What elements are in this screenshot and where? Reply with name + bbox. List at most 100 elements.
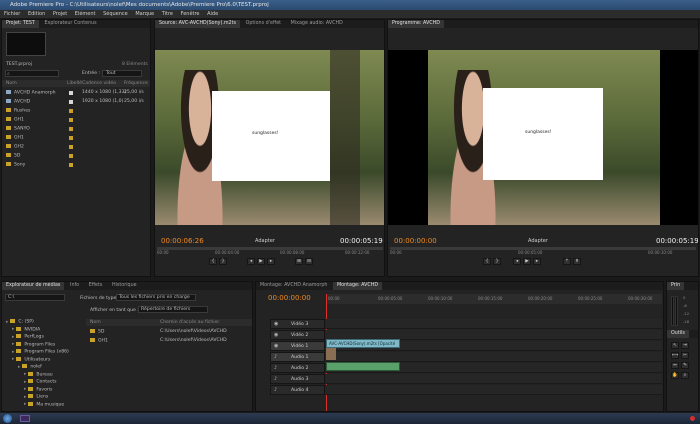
ripple-edit-tool-icon[interactable]: ⟷ <box>671 352 679 359</box>
track-lane[interactable] <box>326 319 662 329</box>
tree-item[interactable]: ▸ Liens <box>24 394 48 400</box>
speaker-icon[interactable]: ♪ <box>274 354 277 360</box>
program-timecode[interactable]: 00:00:00:00 <box>394 237 437 245</box>
project-item[interactable]: Sony <box>6 162 148 168</box>
menu-element[interactable]: Elément <box>75 11 96 17</box>
expand-arrow-icon[interactable]: ▸ <box>24 387 26 392</box>
tree-item[interactable]: ▸ Contacts <box>24 379 57 385</box>
mark-in-button[interactable]: { <box>483 258 491 265</box>
project-item[interactable]: 5D <box>6 153 148 159</box>
project-item[interactable]: GH1 <box>6 117 148 123</box>
col-label[interactable]: Libellé <box>67 81 82 86</box>
track-header[interactable]: ♪ Audio 1 <box>270 352 325 362</box>
col-framerate[interactable]: Cadence vidéo <box>82 81 116 86</box>
expand-arrow-icon[interactable]: ▸ <box>24 380 26 385</box>
tray-alert-icon[interactable] <box>690 416 695 421</box>
tree-item[interactable]: ▸ NVIDIA <box>12 326 40 332</box>
mark-out-button[interactable]: } <box>493 258 501 265</box>
menu-aide[interactable]: Aide <box>207 11 218 17</box>
mark-in-button[interactable]: { <box>209 258 217 265</box>
tab-audio-master[interactable]: Prin <box>667 282 685 290</box>
col-name[interactable]: Nom <box>6 81 17 86</box>
expand-arrow-icon[interactable]: ▸ <box>12 342 14 347</box>
tree-item[interactable]: ▸ Bureau <box>24 371 53 377</box>
tree-item[interactable]: ▸ nolef <box>18 364 42 370</box>
menu-fenetre[interactable]: Fenêtre <box>181 11 200 17</box>
zoom-tool-icon[interactable]: ⌕ <box>681 372 689 379</box>
file-row[interactable]: 5D C:\Users\nolef\Videos\AVCHD <box>90 329 250 335</box>
tab-info[interactable]: Info <box>66 282 83 290</box>
tree-item[interactable]: ▸ Utilisateurs <box>12 356 50 362</box>
expand-arrow-icon[interactable]: ▸ <box>6 320 8 325</box>
hand-tool-icon[interactable]: ✋ <box>671 372 679 379</box>
track-header[interactable]: ♪ Audio 4 <box>270 385 325 395</box>
play-button[interactable]: ▶ <box>523 258 531 265</box>
speaker-icon[interactable]: ♪ <box>274 365 277 371</box>
timeline-timecode[interactable]: 00:00:00:00 <box>268 294 311 302</box>
tree-item[interactable]: ▸ Program Files (x86) <box>12 349 69 355</box>
insert-button[interactable]: ⊞ <box>295 258 303 265</box>
expand-arrow-icon[interactable]: ▸ <box>24 402 26 407</box>
track-header[interactable]: ◉ Vidéo 1 <box>270 341 325 351</box>
tab-tools[interactable]: Outils <box>667 330 689 338</box>
drive-dropdown[interactable]: C:\ <box>5 294 65 301</box>
program-video-frame[interactable]: sunglasses! <box>388 50 698 225</box>
menu-projet[interactable]: Projet <box>53 11 67 17</box>
files-col-name[interactable]: Nom <box>90 320 101 325</box>
program-fit-dropdown[interactable]: Adapter <box>528 238 548 244</box>
tab-effect-options[interactable]: Options d'effet <box>242 20 286 28</box>
expand-arrow-icon[interactable]: ▸ <box>24 372 26 377</box>
selection-tool-icon[interactable]: ↖ <box>671 342 679 349</box>
expand-arrow-icon[interactable]: ▸ <box>12 357 14 362</box>
track-header[interactable]: ◉ Vidéo 2 <box>270 330 325 340</box>
tree-item[interactable]: ▸ PerfLogs <box>12 334 44 340</box>
track-header[interactable]: ◉ Vidéo 3 <box>270 319 325 329</box>
lift-button[interactable]: ⇡ <box>563 258 571 265</box>
mark-out-button[interactable]: } <box>219 258 227 265</box>
start-button[interactable] <box>3 414 12 423</box>
video-clip[interactable]: AVC-AVCHD(Sony).m2ts [Opacité <box>326 339 400 348</box>
project-item[interactable]: Rushes <box>6 108 148 114</box>
slip-tool-icon[interactable]: ↔ <box>671 362 679 369</box>
step-back-button[interactable]: ◂ <box>247 258 255 265</box>
expand-arrow-icon[interactable]: ▸ <box>18 365 20 370</box>
tab-sequence-avchd[interactable]: Montage: AVCHD <box>333 282 383 290</box>
step-forward-button[interactable]: ▸ <box>533 258 541 265</box>
play-button[interactable]: ▶ <box>257 258 265 265</box>
project-item[interactable]: AVCHD 1920 x 1080 (1,0) 25,00 i/s <box>6 99 148 105</box>
file-types-dropdown[interactable]: Tous les fichiers pris en charge <box>116 294 196 301</box>
source-fit-dropdown[interactable]: Adapter <box>255 238 275 244</box>
extract-button[interactable]: ⇞ <box>573 258 581 265</box>
menu-edition[interactable]: Edition <box>28 11 45 17</box>
razor-tool-icon[interactable]: ✂ <box>681 352 689 359</box>
source-timecode[interactable]: 00:00:06:26 <box>161 237 204 245</box>
menu-titre[interactable]: Titre <box>162 11 173 17</box>
entries-dropdown[interactable]: Tout <box>102 70 142 77</box>
tab-content-explorer[interactable]: Explorateur Contenus <box>40 20 100 28</box>
tab-source[interactable]: Source: AVC-AVCHD(Sony).m2ts <box>155 20 240 28</box>
files-col-path[interactable]: Chemin d'accès au fichier <box>160 320 219 325</box>
file-row[interactable]: GH1 C:\Users\nolef\Videos\AVCHD <box>90 338 250 344</box>
overwrite-button[interactable]: ⊟ <box>305 258 313 265</box>
tree-item[interactable]: ▸ Favoris <box>24 386 52 392</box>
track-header[interactable]: ♪ Audio 3 <box>270 374 325 384</box>
track-header[interactable]: ♪ Audio 2 <box>270 363 325 373</box>
audio-clip[interactable] <box>326 362 400 371</box>
track-select-tool-icon[interactable]: ⇥ <box>681 342 689 349</box>
menu-marque[interactable]: Marque <box>135 11 154 17</box>
expand-arrow-icon[interactable]: ▸ <box>12 350 14 355</box>
taskbar-premiere-icon[interactable] <box>20 415 30 422</box>
pen-tool-icon[interactable]: ✎ <box>681 362 689 369</box>
track-lane[interactable] <box>326 374 662 384</box>
tree-item[interactable]: ▸ Program Files <box>12 341 55 347</box>
tree-item[interactable]: ▸ Ma musique <box>24 401 64 407</box>
speaker-icon[interactable]: ♪ <box>274 376 277 382</box>
expand-arrow-icon[interactable]: ▸ <box>12 327 14 332</box>
display-dropdown[interactable]: Répertoire de fichiers <box>138 306 208 313</box>
eye-icon[interactable]: ◉ <box>274 332 278 338</box>
project-item[interactable]: SANYO <box>6 126 148 132</box>
tab-sequence-anamorph[interactable]: Montage: AVCHD Anamorph <box>256 282 331 290</box>
track-lane[interactable] <box>326 385 662 395</box>
project-item[interactable]: GH2 <box>6 144 148 150</box>
project-item[interactable]: GH1 <box>6 135 148 141</box>
